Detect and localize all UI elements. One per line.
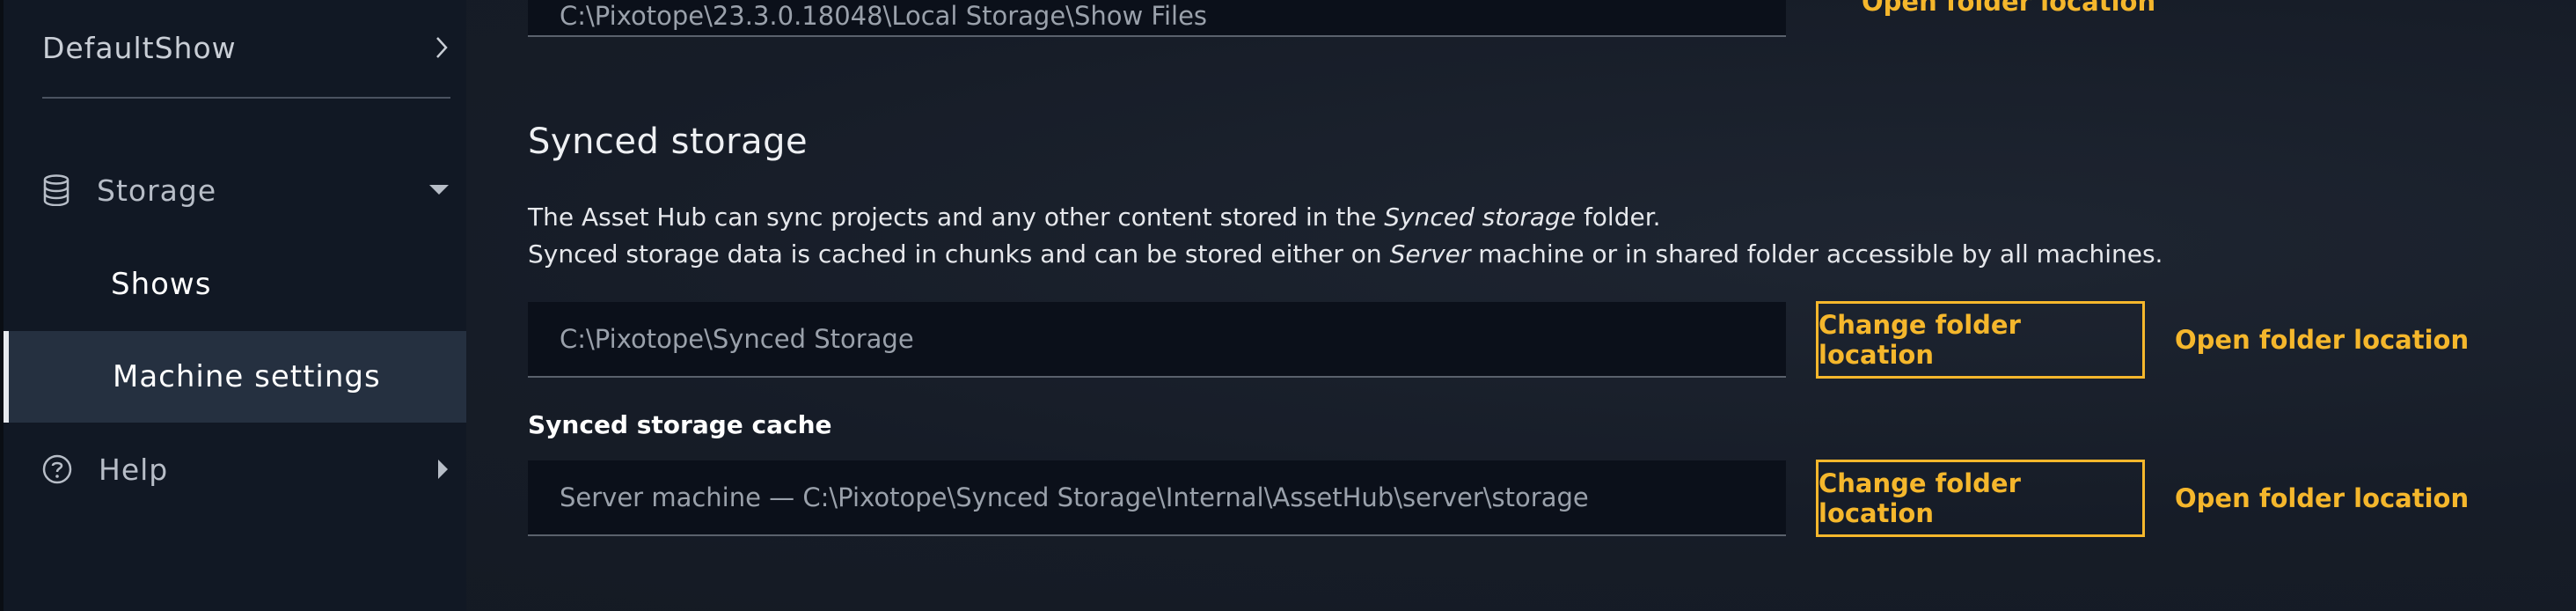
main-content: C:\Pixotope\23.3.0.18048\Local Storage\S… bbox=[466, 0, 2576, 611]
open-folder-label: Open folder location bbox=[1862, 0, 2156, 17]
path-text: C:\Pixotope\Synced Storage bbox=[560, 324, 914, 354]
app-root: DefaultShow Storage Shows Machine settin… bbox=[0, 0, 2576, 611]
desc-text: Synced storage data is cached in chunks … bbox=[528, 239, 1390, 269]
sidebar-item-shows[interactable]: Shows bbox=[4, 239, 466, 330]
open-folder-link-top[interactable]: Open folder location bbox=[1862, 0, 2156, 40]
show-selector[interactable]: DefaultShow bbox=[42, 25, 449, 70]
caret-down-icon bbox=[429, 185, 449, 195]
open-folder-link-cache[interactable]: Open folder location bbox=[2175, 460, 2469, 537]
show-files-path-field[interactable]: C:\Pixotope\23.3.0.18048\Local Storage\S… bbox=[528, 0, 1786, 37]
sidebar-item-label: Shows bbox=[111, 267, 212, 302]
synced-storage-cache-path-field[interactable]: Server machine — C:\Pixotope\Synced Stor… bbox=[528, 460, 1786, 536]
show-name: DefaultShow bbox=[42, 30, 237, 65]
help-circle-icon bbox=[42, 454, 72, 484]
database-icon bbox=[42, 174, 70, 206]
sidebar-item-storage[interactable]: Storage bbox=[42, 164, 449, 217]
synced-storage-path-field[interactable]: C:\Pixotope\Synced Storage bbox=[528, 302, 1786, 378]
desc-text: folder. bbox=[1576, 202, 1661, 232]
section-title-synced-storage: Synced storage bbox=[528, 121, 809, 162]
open-folder-link-synced-storage[interactable]: Open folder location bbox=[2175, 301, 2469, 379]
change-folder-button-synced-storage[interactable]: Change folder location bbox=[1816, 301, 2145, 379]
sidebar-item-label: Machine settings bbox=[113, 359, 381, 394]
chevron-right-icon bbox=[435, 35, 449, 60]
button-label: Change folder location bbox=[1819, 468, 2021, 528]
desc-text: The Asset Hub can sync projects and any … bbox=[528, 202, 1385, 232]
open-folder-label: Open folder location bbox=[2175, 325, 2470, 355]
caret-right-icon bbox=[438, 460, 449, 479]
desc-emphasis: Synced storage bbox=[1384, 202, 1577, 232]
path-text: C:\Pixotope\23.3.0.18048\Local Storage\S… bbox=[560, 1, 1208, 31]
path-text: Server machine — C:\Pixotope\Synced Stor… bbox=[560, 482, 1589, 512]
desc-text: machine or in shared folder accessible b… bbox=[1470, 239, 2163, 269]
synced-storage-description-line2: Synced storage data is cached in chunks … bbox=[528, 239, 2163, 269]
sidebar-item-machine-settings[interactable]: Machine settings bbox=[4, 331, 466, 423]
change-folder-button-cache[interactable]: Change folder location bbox=[1816, 460, 2145, 537]
sidebar-divider bbox=[42, 97, 450, 99]
synced-storage-description-line1: The Asset Hub can sync projects and any … bbox=[528, 202, 1661, 232]
sidebar: DefaultShow Storage Shows Machine settin… bbox=[0, 0, 466, 611]
desc-emphasis: Server bbox=[1389, 239, 1471, 269]
sidebar-item-help[interactable]: Help bbox=[42, 443, 449, 496]
button-label: Change folder location bbox=[1819, 310, 2021, 370]
sidebar-item-label: Help bbox=[99, 452, 169, 487]
sidebar-item-label: Storage bbox=[97, 173, 217, 208]
synced-storage-cache-label: Synced storage cache bbox=[528, 410, 832, 439]
open-folder-label: Open folder location bbox=[2175, 483, 2470, 513]
